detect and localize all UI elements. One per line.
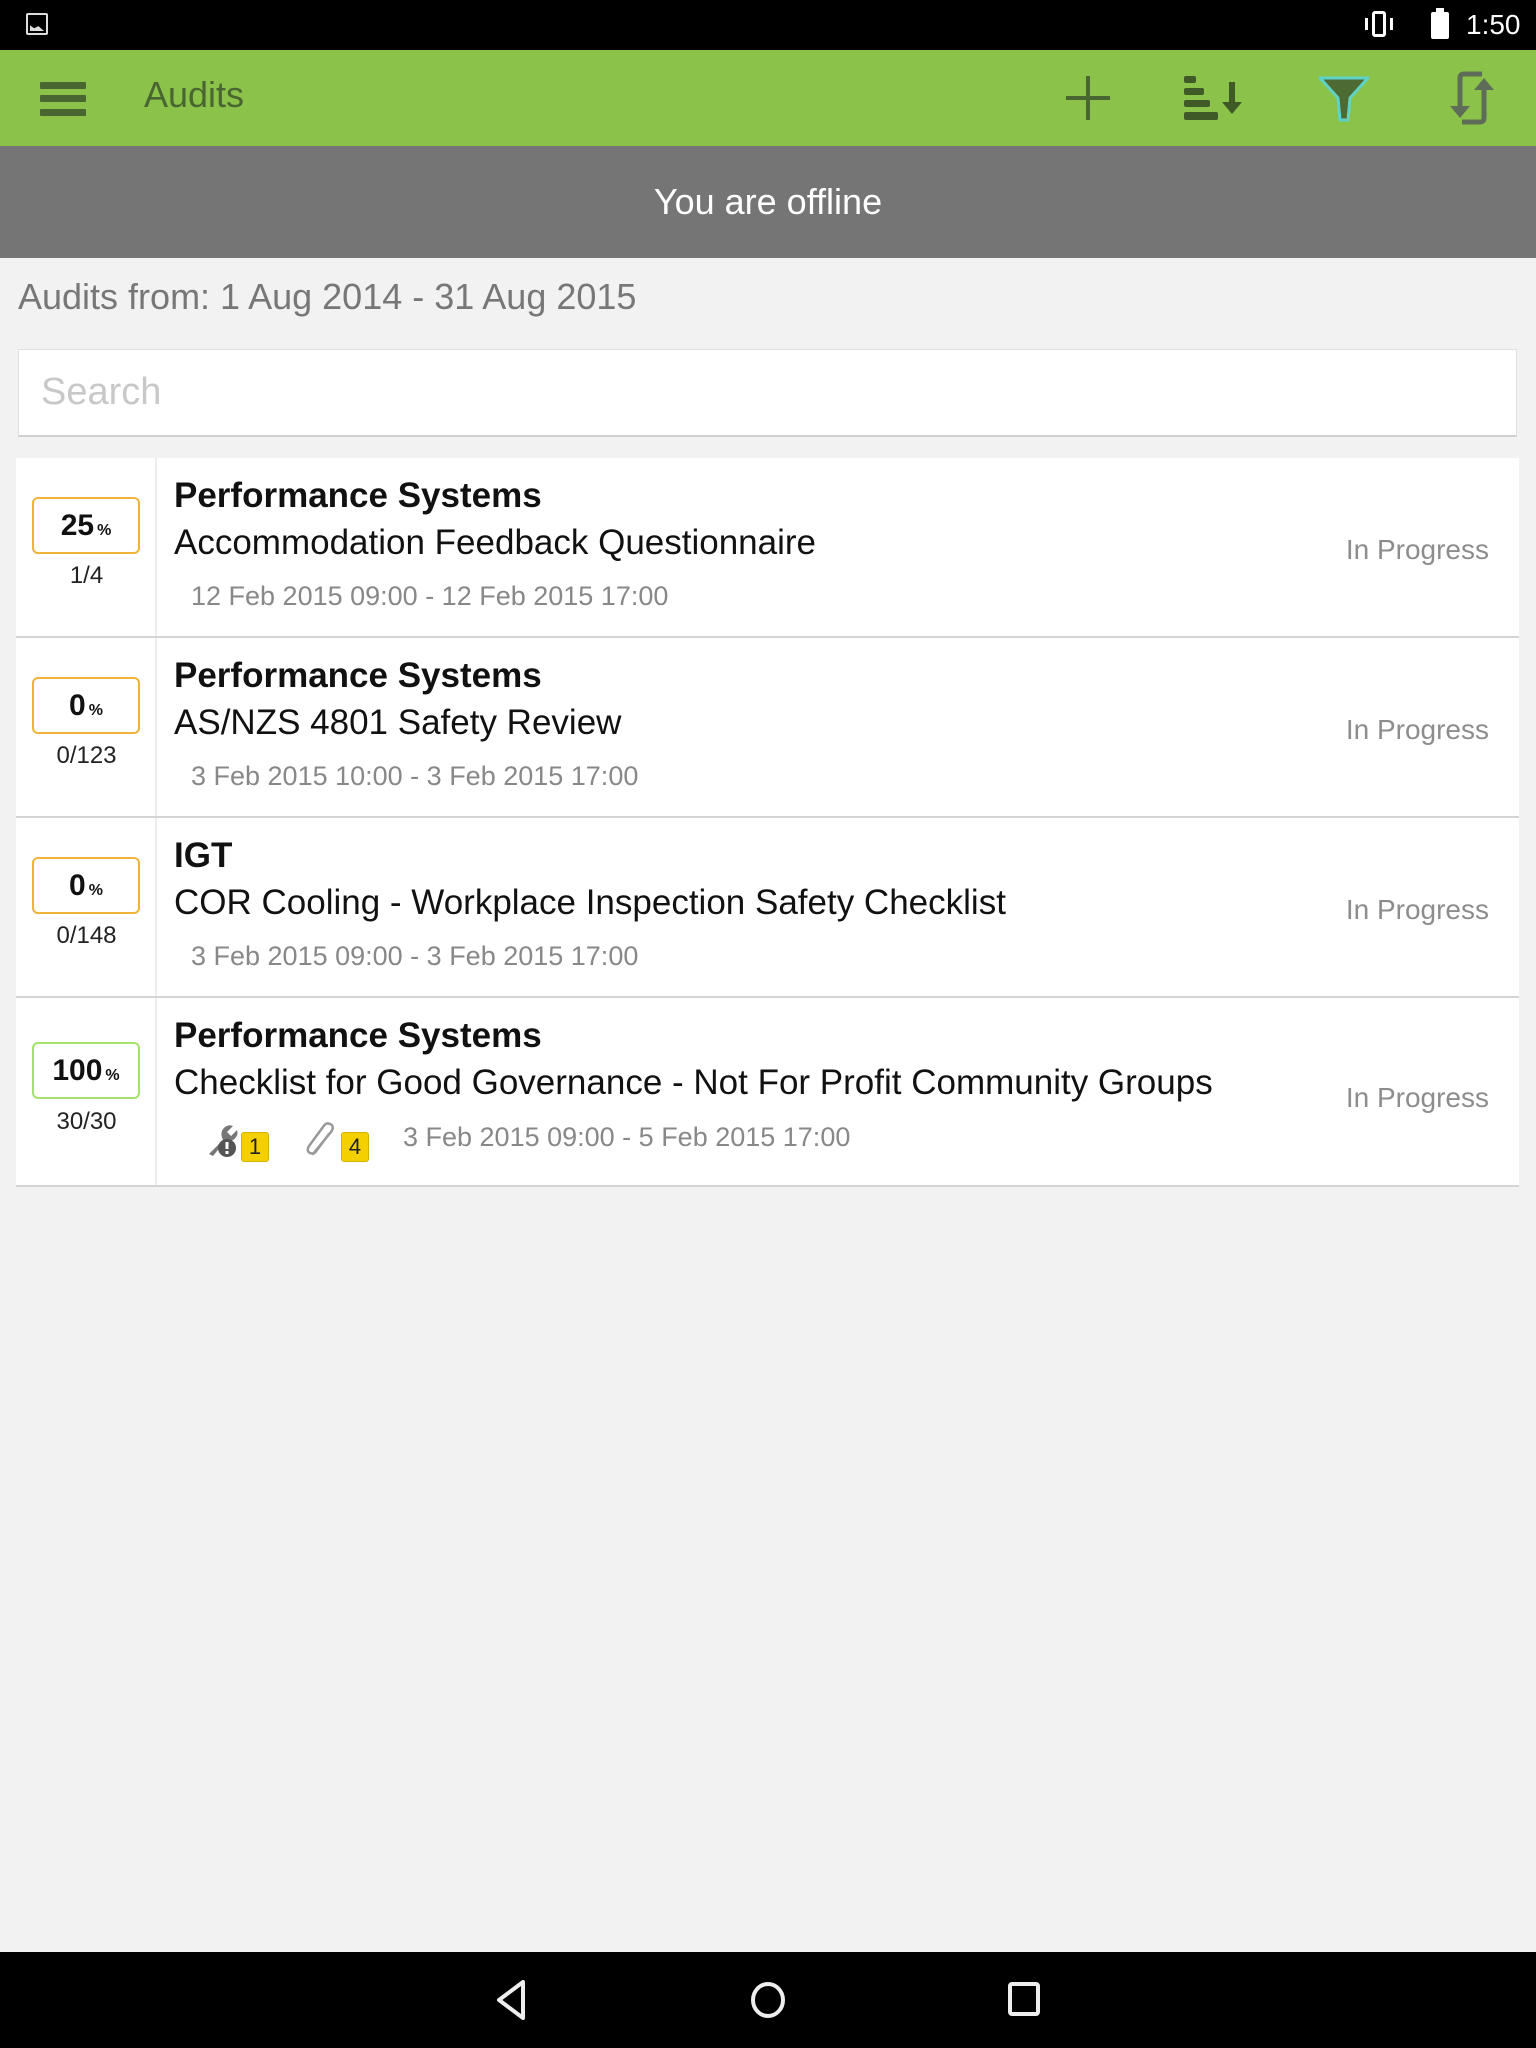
recents-button[interactable] (994, 1974, 1054, 2026)
home-icon (751, 1982, 785, 2018)
status-bar: 1:50 (0, 0, 1536, 50)
vibrate-icon (1365, 11, 1393, 37)
progress-cell: 25% 1/4 (16, 458, 157, 636)
percent-sign: % (105, 1067, 120, 1084)
sort-icon (1184, 76, 1242, 120)
back-icon (497, 1980, 525, 2020)
offline-banner: You are offline (0, 146, 1536, 258)
audit-organization: Performance Systems (174, 476, 542, 515)
back-button[interactable] (483, 1974, 543, 2026)
home-button[interactable] (738, 1974, 798, 2026)
clock: 1:50 (1466, 9, 1521, 40)
sync-icon (1450, 71, 1494, 125)
audit-dates: 3 Feb 2015 09:00 - 3 Feb 2015 17:00 (191, 941, 639, 971)
search-input[interactable] (19, 350, 1516, 435)
audit-dates: 3 Feb 2015 09:00 - 5 Feb 2015 17:00 (403, 1122, 851, 1152)
status-label: In Progress (1345, 1082, 1489, 1113)
filter-button[interactable] (1314, 68, 1374, 128)
menu-button[interactable] (40, 78, 86, 118)
percent-value: 0 (69, 869, 86, 902)
date-range-label: Audits from: 1 Aug 2014 - 31 Aug 2015 (18, 276, 637, 317)
status-label: In Progress (1345, 714, 1489, 745)
progress-count: 0/123 (56, 742, 117, 769)
attachments-count-badge: 4 (341, 1132, 369, 1162)
battery-icon (1431, 8, 1449, 39)
add-button[interactable] (1058, 68, 1118, 128)
audit-title: Accommodation Feedback Questionnaire (174, 523, 817, 562)
system-nav-bar (0, 1952, 1536, 2048)
percent-badge: 100% (32, 1042, 140, 1099)
app-bar: Audits (0, 50, 1536, 146)
percent-sign: % (97, 522, 112, 539)
menu-icon-bar (40, 95, 86, 102)
search-box (18, 349, 1517, 437)
percent-value: 25 (60, 509, 95, 542)
menu-icon (40, 82, 86, 89)
progress-cell: 0% 0/123 (16, 638, 157, 816)
audit-title: AS/NZS 4801 Safety Review (174, 703, 622, 742)
actions-indicator[interactable]: 1 (203, 1118, 283, 1162)
audit-dates: 3 Feb 2015 10:00 - 3 Feb 2015 17:00 (191, 761, 639, 791)
audit-row[interactable]: 0% 0/123 Performance Systems AS/NZS 4801… (16, 638, 1519, 818)
filter-icon (1318, 76, 1370, 122)
audit-dates: 12 Feb 2015 09:00 - 12 Feb 2015 17:00 (191, 581, 669, 611)
page-title: Audits (144, 74, 245, 115)
percent-value: 0 (69, 689, 86, 722)
audit-row[interactable]: 100% 30/30 Performance Systems Checklist… (16, 998, 1519, 1187)
percent-value: 100 (52, 1054, 103, 1087)
percent-badge: 25% (32, 497, 140, 554)
recents-icon (1008, 1982, 1040, 2016)
image-notification-icon (26, 13, 48, 35)
audit-organization: IGT (174, 836, 233, 875)
audit-row[interactable]: 0% 0/148 IGT COR Cooling - Workplace Ins… (16, 818, 1519, 998)
audit-organization: Performance Systems (174, 1016, 542, 1055)
audit-title: COR Cooling - Workplace Inspection Safet… (174, 883, 1006, 922)
progress-count: 1/4 (69, 562, 104, 589)
paperclip-icon (306, 1122, 334, 1156)
progress-cell: 0% 0/148 (16, 818, 157, 996)
percent-sign: % (88, 882, 103, 899)
percent-sign: % (88, 702, 103, 719)
wrench-alert-icon (209, 1125, 238, 1157)
status-label: In Progress (1345, 894, 1489, 925)
attachments-indicator[interactable]: 4 (301, 1118, 381, 1162)
actions-count-badge: 1 (241, 1132, 269, 1162)
percent-badge: 0% (32, 677, 140, 734)
menu-icon-bar (40, 109, 86, 116)
audit-title: Checklist for Good Governance - Not For … (174, 1063, 1213, 1102)
progress-count: 0/148 (56, 922, 117, 949)
audit-organization: Performance Systems (174, 656, 542, 695)
progress-count: 30/30 (56, 1108, 117, 1135)
sort-button[interactable] (1184, 68, 1244, 128)
add-icon (1066, 76, 1110, 120)
audit-list: 25% 1/4 Performance Systems Accommodatio… (16, 458, 1519, 1187)
sync-button[interactable] (1442, 68, 1502, 128)
status-label: In Progress (1345, 534, 1489, 565)
percent-badge: 0% (32, 857, 140, 914)
progress-cell: 100% 30/30 (16, 998, 157, 1185)
audit-row[interactable]: 25% 1/4 Performance Systems Accommodatio… (16, 458, 1519, 638)
